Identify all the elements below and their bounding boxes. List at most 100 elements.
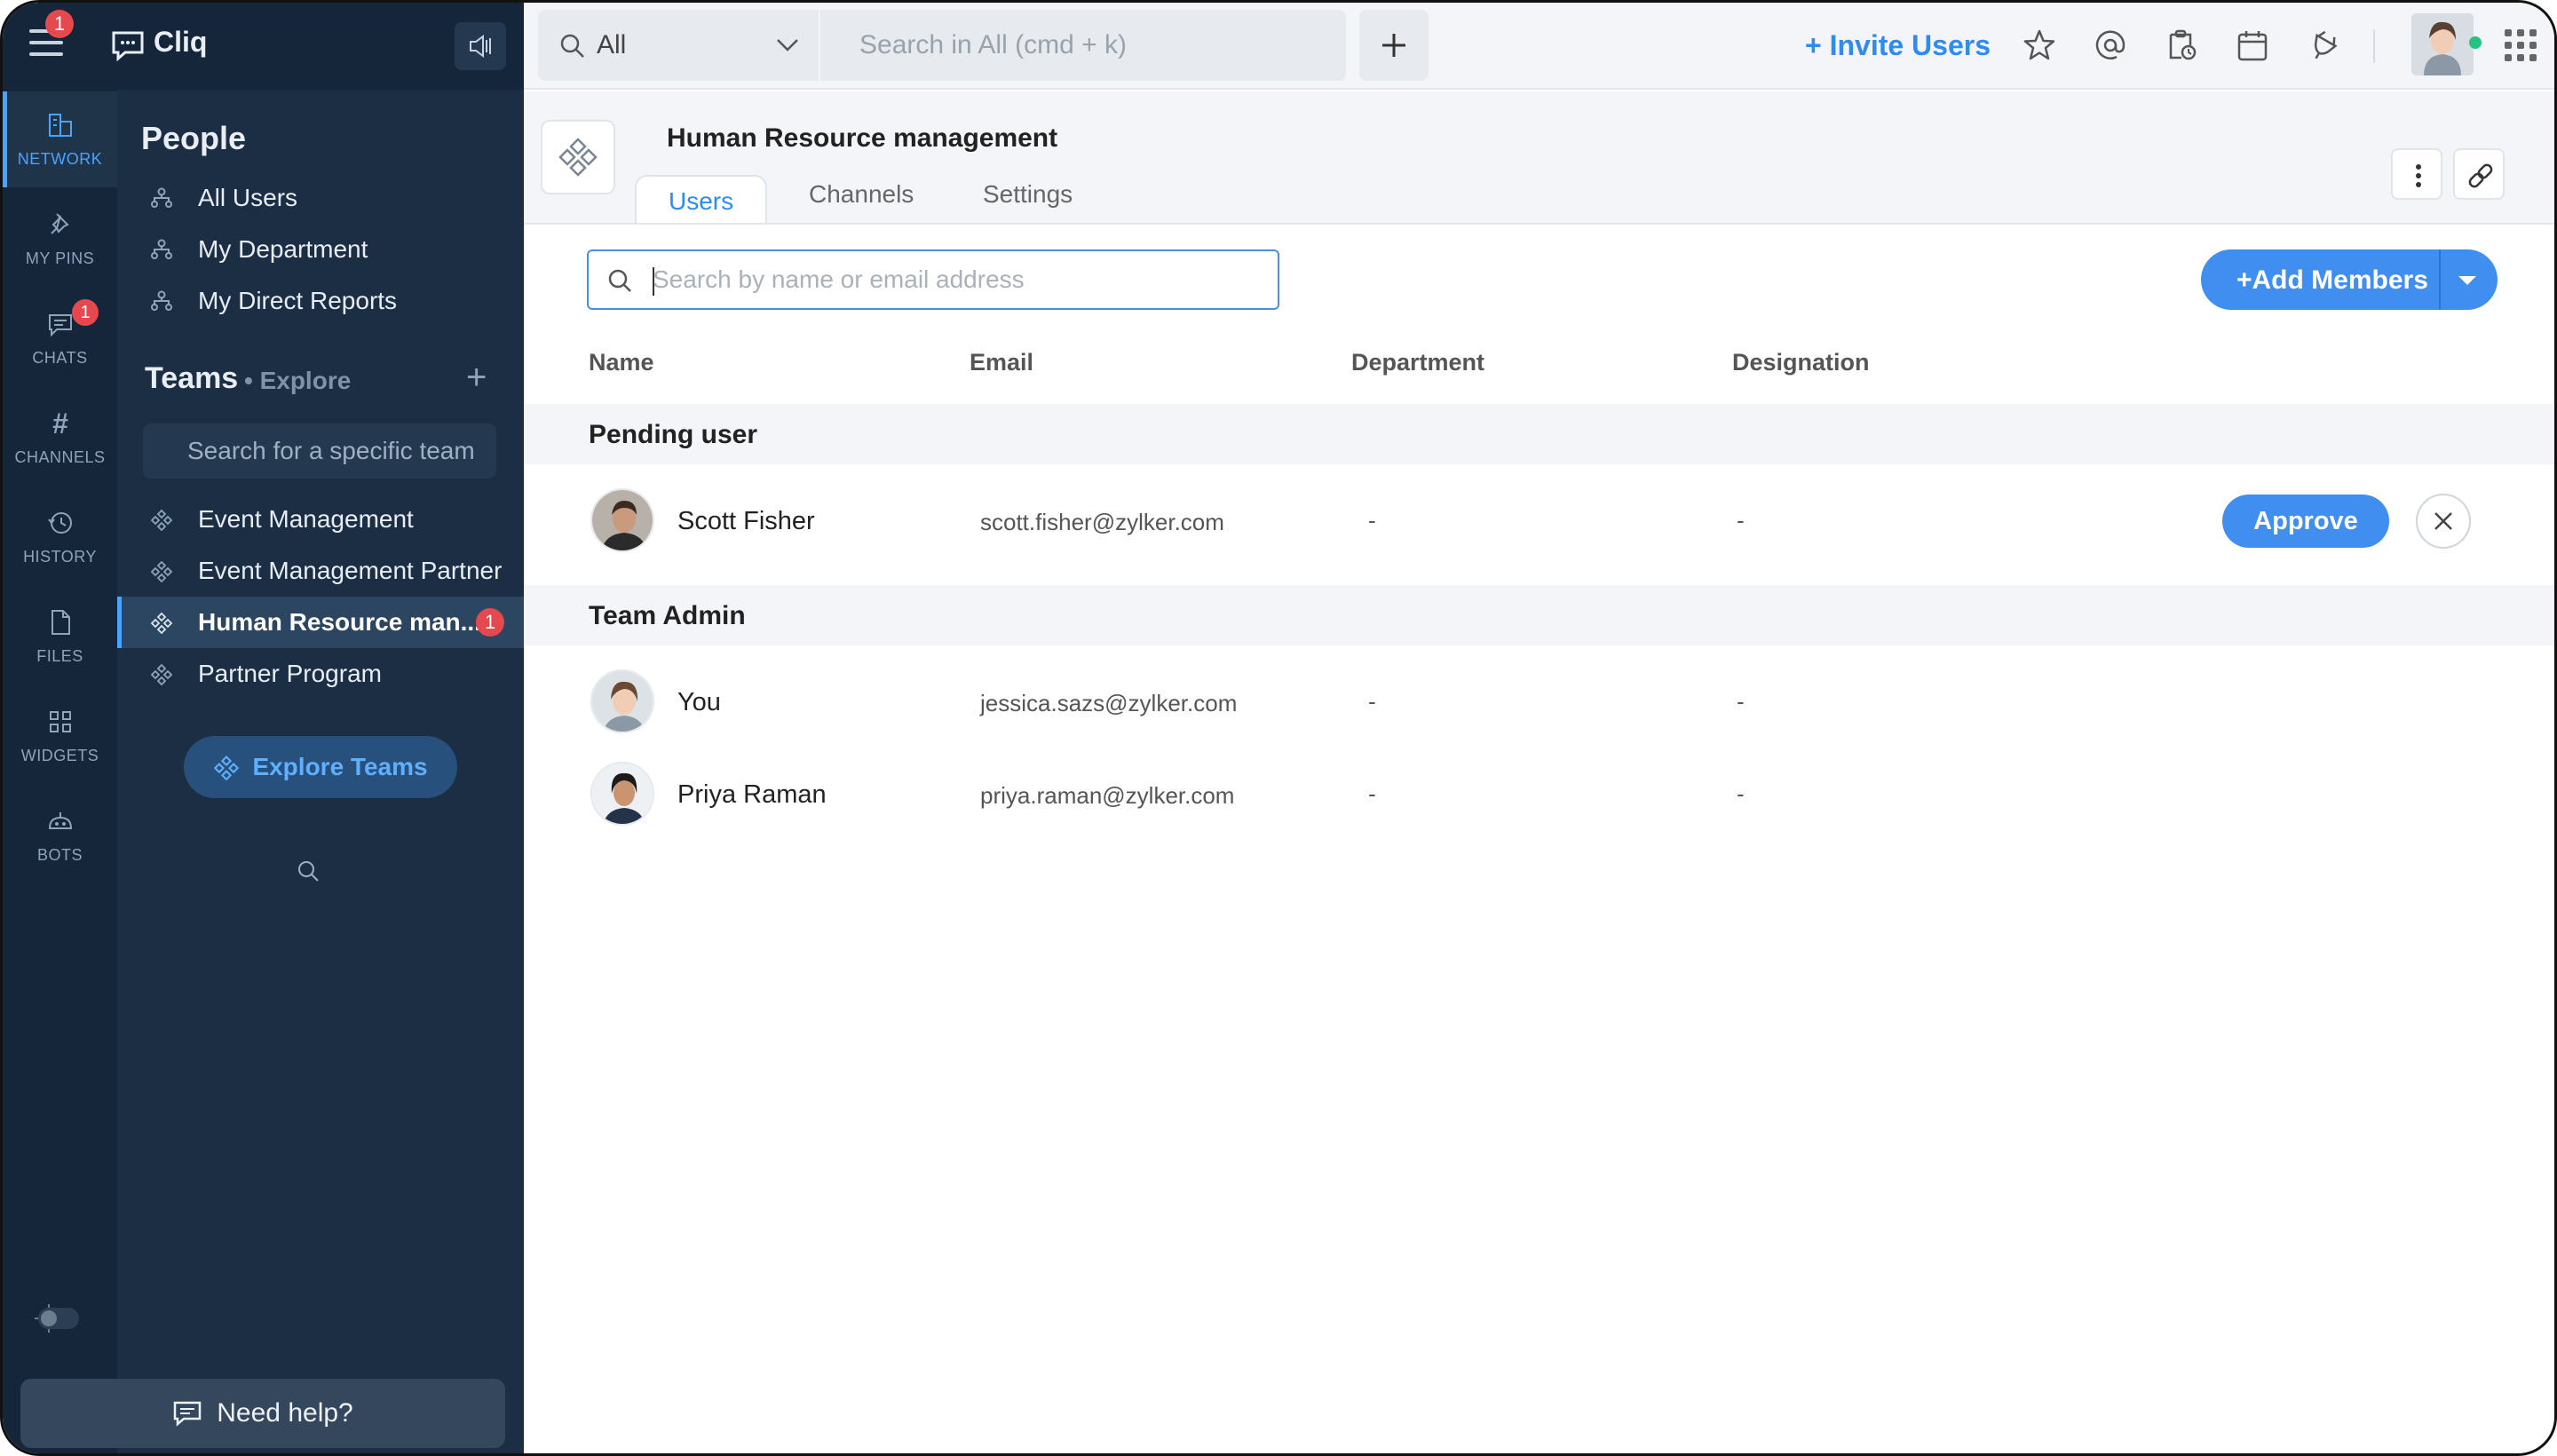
- chevron-down-icon: [777, 39, 798, 51]
- speaker-icon: [470, 35, 491, 58]
- team-unread-badge: 1: [476, 608, 504, 637]
- user-email: priya.raman@zylker.com: [980, 782, 1235, 809]
- search-icon: [560, 34, 584, 58]
- user-portrait: [2411, 13, 2474, 75]
- org-chart-icon: [151, 290, 172, 311]
- reminder-icon[interactable]: [2164, 28, 2199, 63]
- need-help-button[interactable]: Need help?: [20, 1379, 505, 1448]
- app-window: 1 NETWORK MY PINS 1 CHATS # CHANNELS HIS…: [0, 0, 2557, 1456]
- bot-icon: [48, 812, 73, 829]
- hash-icon: #: [52, 408, 68, 439]
- rail-label: CHATS: [32, 349, 88, 367]
- user-name: You: [677, 688, 721, 716]
- column-header-designation[interactable]: Designation: [1732, 349, 1870, 376]
- team-search-input[interactable]: Search for a specific team: [143, 423, 496, 882]
- tab-channels[interactable]: Channels: [809, 180, 914, 209]
- rail-item-history[interactable]: HISTORY: [3, 489, 117, 585]
- approve-button[interactable]: Approve: [2222, 495, 2389, 548]
- team-label: Partner Program: [198, 660, 382, 687]
- plus-icon: [1382, 34, 1405, 57]
- add-team-icon[interactable]: +: [466, 358, 487, 398]
- tab-users[interactable]: Users: [635, 175, 768, 223]
- search-icon: [608, 269, 631, 292]
- column-header-email[interactable]: Email: [970, 349, 1033, 376]
- group-header-row: [524, 585, 2554, 645]
- star-icon[interactable]: [2022, 28, 2057, 63]
- network-icon: [49, 114, 72, 137]
- rail-item-channels[interactable]: # CHANNELS: [3, 390, 117, 486]
- rail-item-files[interactable]: FILES: [3, 589, 117, 684]
- user-name: Priya Raman: [677, 780, 827, 809]
- more-options-button[interactable]: [2391, 148, 2442, 200]
- team-icon: [150, 612, 173, 634]
- reject-button[interactable]: [2416, 494, 2471, 549]
- plugin-icon[interactable]: [2306, 28, 2341, 63]
- rail-label: FILES: [36, 647, 83, 665]
- nav-all-users[interactable]: All Users: [143, 178, 297, 218]
- team-label: Human Resource man...: [198, 608, 481, 636]
- team-logo: [541, 120, 615, 194]
- team-item-human-resource[interactable]: Human Resource man... 1: [117, 597, 524, 648]
- explore-teams-button[interactable]: Explore Teams: [184, 736, 457, 798]
- rail-label: NETWORK: [17, 150, 103, 168]
- team-title: Human Resource management: [667, 123, 1058, 153]
- caret-down-icon[interactable]: [2458, 276, 2476, 285]
- rail-item-widgets[interactable]: WIDGETS: [3, 688, 117, 784]
- rail-label: HISTORY: [23, 548, 97, 566]
- user-portrait: [592, 671, 653, 732]
- teams-title: Teams: [145, 361, 239, 395]
- rail-item-network[interactable]: NETWORK: [3, 91, 117, 187]
- team-icon: [150, 509, 173, 531]
- explore-link[interactable]: • Explore: [244, 367, 351, 395]
- team-item-partner-program[interactable]: Partner Program: [143, 654, 382, 693]
- avatar: [590, 669, 654, 733]
- user-email: scott.fisher@zylker.com: [980, 509, 1224, 535]
- member-search-input[interactable]: Search by name or email address: [587, 249, 1279, 310]
- rail-item-chats[interactable]: 1 CHATS: [3, 290, 117, 386]
- rail-item-bots[interactable]: BOTS: [3, 787, 117, 883]
- mention-icon[interactable]: [2093, 28, 2128, 63]
- announcement-button[interactable]: [455, 22, 506, 70]
- add-members-button[interactable]: +Add Members: [2201, 249, 2498, 310]
- team-item-event-management[interactable]: Event Management: [143, 500, 414, 539]
- copy-link-button[interactable]: [2453, 148, 2505, 200]
- avatar: [590, 762, 654, 826]
- user-portrait: [592, 490, 653, 550]
- cliq-logo-icon: [112, 31, 144, 61]
- app-name: Cliq: [154, 26, 208, 58]
- add-members-label: +Add Members: [2236, 265, 2428, 295]
- user-designation: -: [1737, 688, 1745, 715]
- theme-toggle[interactable]: [31, 1304, 81, 1333]
- side-panel: [117, 3, 524, 1453]
- nav-label: My Department: [198, 235, 368, 263]
- user-department: -: [1368, 780, 1376, 807]
- global-search-placeholder: Search in All (cmd + k): [859, 30, 1127, 59]
- column-header-name[interactable]: Name: [589, 349, 654, 376]
- close-icon: [2434, 512, 2452, 530]
- user-name: Scott Fisher: [677, 507, 815, 535]
- nav-my-direct-reports[interactable]: My Direct Reports: [143, 281, 397, 320]
- profile-avatar[interactable]: [2411, 13, 2474, 75]
- chat-icon: [49, 314, 72, 337]
- rail-item-my-pins[interactable]: MY PINS: [3, 191, 117, 287]
- avatar: [590, 488, 654, 552]
- invite-users-link[interactable]: + Invite Users: [1805, 29, 1991, 62]
- calendar-icon[interactable]: [2235, 28, 2270, 63]
- search-scope-value: All: [597, 30, 627, 59]
- global-search-input[interactable]: Search in All (cmd + k): [820, 10, 1346, 81]
- tab-settings[interactable]: Settings: [983, 180, 1073, 209]
- team-icon: [150, 663, 173, 685]
- team-icon: [150, 560, 173, 582]
- search-icon: [298, 861, 319, 882]
- group-header-row: [524, 404, 2554, 464]
- file-icon: [51, 610, 70, 635]
- user-designation: -: [1737, 507, 1745, 534]
- nav-my-department[interactable]: My Department: [143, 230, 368, 269]
- team-item-event-management-partner[interactable]: Event Management Partner: [143, 551, 502, 590]
- column-header-department[interactable]: Department: [1351, 349, 1484, 376]
- search-scope-select[interactable]: All: [538, 10, 819, 81]
- team-icon: [214, 755, 240, 780]
- user-email: jessica.sazs@zylker.com: [980, 690, 1238, 716]
- app-grid-icon[interactable]: [2501, 26, 2540, 65]
- new-item-button[interactable]: [1359, 10, 1429, 81]
